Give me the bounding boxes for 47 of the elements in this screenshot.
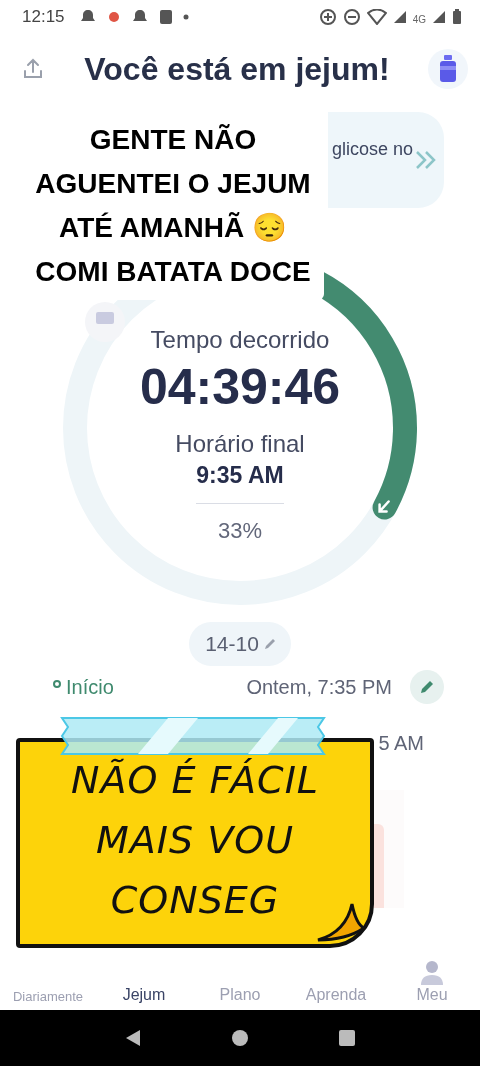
banner-text: glicose no (332, 138, 414, 160)
progress-percent: 33% (217, 518, 262, 544)
elapsed-label: Tempo decorrido (150, 326, 330, 354)
app-icon (158, 9, 173, 25)
status-time: 12:15 (22, 7, 65, 27)
elapsed-time: 04:39:46 (139, 358, 341, 416)
arrow-icon (378, 500, 390, 513)
wifi-icon (366, 9, 387, 25)
nav-tab[interactable]: Diariamente (0, 952, 96, 1010)
plan-button[interactable]: 14-10 (189, 622, 291, 666)
page-curl-icon (316, 902, 366, 942)
time-label: Início (66, 675, 114, 699)
signal-icon (432, 10, 446, 24)
end-time-label: Horário final (175, 430, 305, 458)
sticky-note-text: CONSEG (110, 877, 280, 924)
banner-card[interactable]: glicose no (328, 112, 444, 208)
double-chevron-icon (414, 149, 438, 171)
nav-tab[interactable]: Aprenda (288, 952, 384, 1010)
end-time: 9:35 AM (196, 462, 284, 489)
caption-text: COMI BATATA DOCE (35, 255, 311, 289)
water-button[interactable] (428, 49, 468, 89)
nav-tab[interactable]: Meu (384, 952, 480, 1010)
signal-icon (392, 10, 407, 24)
page-title: Você está em jejum! (84, 50, 390, 88)
sticky-note-text: NÃO É FÁCIL (70, 757, 319, 804)
notification-icon (106, 9, 121, 25)
time-value: 5 AM (378, 731, 424, 755)
caption-text: ATÉ AMANHÃ 😔 (59, 211, 287, 245)
caption-text: GENTE NÃO (89, 123, 257, 157)
time-value: Ontem, 7:35 PM (246, 675, 392, 699)
edit-button[interactable] (410, 670, 444, 704)
back-icon (125, 1029, 142, 1047)
pencil-icon (419, 679, 435, 695)
nav-tab[interactable]: Jejum (96, 952, 192, 1010)
home-icon (231, 1029, 249, 1047)
pencil-icon (262, 637, 277, 651)
caption-text: AGUENTEI O JEJUM (35, 167, 311, 201)
dot-icon (182, 14, 189, 20)
recents-icon (338, 1030, 355, 1046)
do-not-disturb-icon (342, 8, 361, 26)
hour-badge-icon (85, 302, 125, 342)
nav-tab[interactable]: Plano (192, 952, 288, 1010)
network-type: 4G (412, 14, 426, 25)
share-icon (21, 57, 45, 81)
bottle-icon (439, 55, 457, 83)
battery-icon (452, 9, 462, 25)
sticky-note-text: MAIS VOU (96, 817, 294, 864)
